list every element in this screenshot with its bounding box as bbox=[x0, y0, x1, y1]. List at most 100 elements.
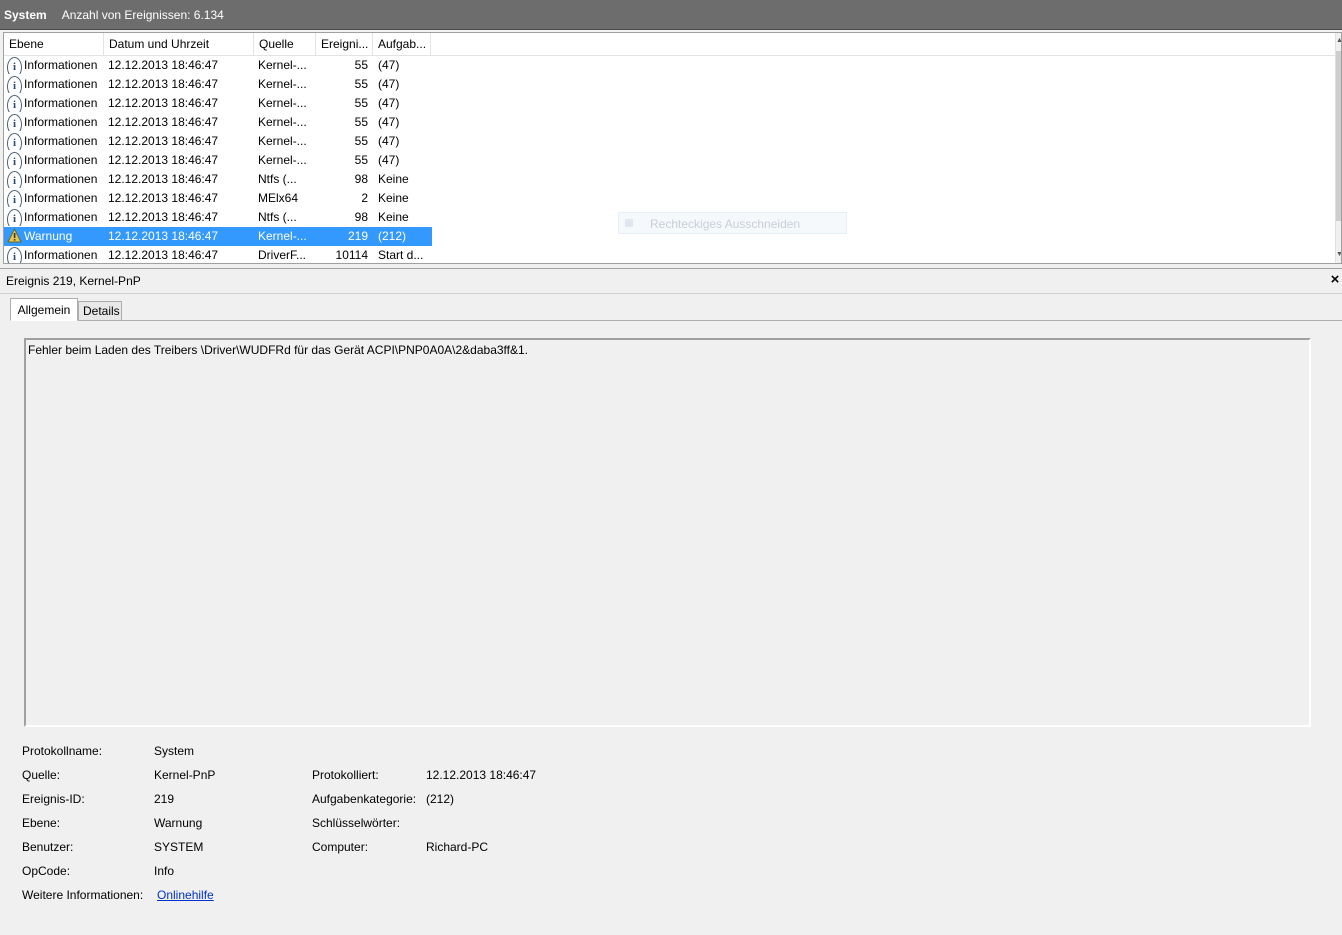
table-row[interactable]: i Informationen 12.12.2013 18:46:47 Ntfs (.… bbox=[4, 208, 432, 227]
table-row[interactable]: i Informationen 12.12.2013 18:46:47 Kernel-… bbox=[4, 94, 432, 113]
cell-level: Informationen bbox=[24, 134, 98, 148]
info-icon: i bbox=[7, 114, 22, 131]
event-list-header: Ebene Datum und Uhrzeit Quelle Ereigni..… bbox=[4, 33, 1338, 56]
event-detail-title-bar: Ereignis 219, Kernel-PnP × bbox=[0, 268, 1342, 294]
table-row[interactable]: Warnung 12.12.2013 18:46:47 Kernel-... 219 (… bbox=[4, 227, 432, 246]
column-header-date[interactable]: Datum und Uhrzeit bbox=[104, 33, 254, 55]
field-label: Aufgabenkategorie: bbox=[312, 792, 417, 806]
snip-icon bbox=[625, 219, 633, 227]
cell-date: 12.12.2013 18:46:47 bbox=[108, 172, 219, 186]
snipping-tooltip-label: Rechteckiges Ausschneiden bbox=[650, 217, 801, 231]
cell-event-id: 55 bbox=[354, 134, 368, 148]
cell-event-id: 98 bbox=[354, 172, 368, 186]
cell-task: (47) bbox=[378, 115, 400, 129]
field-value[interactable]: 219 bbox=[154, 792, 174, 806]
cell-source: Kernel-... bbox=[258, 115, 307, 129]
field-value[interactable]: Info bbox=[154, 864, 174, 878]
table-row[interactable]: i Informationen 12.12.2013 18:46:47 MElx64 2… bbox=[4, 189, 432, 208]
cell-event-id: 55 bbox=[354, 77, 368, 91]
column-header-task[interactable]: Aufgab... bbox=[373, 33, 431, 55]
info-icon: i bbox=[7, 209, 22, 226]
close-icon[interactable]: × bbox=[1329, 271, 1341, 289]
field-value[interactable]: Warnung bbox=[154, 816, 202, 830]
cell-date: 12.12.2013 18:46:47 bbox=[108, 229, 219, 243]
cell-task: (47) bbox=[378, 58, 400, 72]
event-message-text: Fehler beim Laden des Treibers \Driver\W… bbox=[28, 343, 529, 357]
info-icon: i bbox=[7, 133, 22, 150]
cell-level: Informationen bbox=[24, 172, 98, 186]
cell-source: Kernel-... bbox=[258, 134, 307, 148]
cell-date: 12.12.2013 18:46:47 bbox=[108, 210, 219, 224]
column-header-event-id[interactable]: Ereigni... bbox=[316, 33, 373, 55]
cell-event-id: 219 bbox=[347, 229, 368, 243]
table-row[interactable]: i Informationen 12.12.2013 18:46:47 Kernel-… bbox=[4, 113, 432, 132]
cell-event-id: 55 bbox=[354, 115, 368, 129]
field-value[interactable]: Kernel-PnP bbox=[154, 768, 215, 782]
cell-task: (47) bbox=[378, 153, 400, 167]
cell-level: Informationen bbox=[24, 210, 98, 224]
online-help-link[interactable]: Onlinehilfe bbox=[157, 888, 214, 902]
field-label: Quelle: bbox=[22, 768, 61, 782]
cell-task: Start d... bbox=[378, 248, 424, 262]
info-icon: i bbox=[7, 171, 22, 188]
tab-general[interactable]: Allgemein bbox=[10, 298, 78, 321]
cell-source: Kernel-... bbox=[258, 153, 307, 167]
table-row[interactable]: i Informationen 12.12.2013 18:46:47 DriverF… bbox=[4, 246, 432, 263]
cell-source: Ntfs (... bbox=[258, 172, 297, 186]
column-header-level[interactable]: Ebene bbox=[4, 33, 104, 55]
cell-date: 12.12.2013 18:46:47 bbox=[108, 77, 219, 91]
event-count: Anzahl von Ereignissen: 6.134 bbox=[61, 7, 224, 22]
cell-source: Ntfs (... bbox=[258, 210, 297, 224]
cell-level: Informationen bbox=[24, 153, 98, 167]
event-detail-title: Ereignis 219, Kernel-PnP bbox=[6, 274, 141, 288]
cell-source: Kernel-... bbox=[258, 96, 307, 110]
table-row[interactable]: i Informationen 12.12.2013 18:46:47 Kernel-… bbox=[4, 75, 432, 94]
warning-icon bbox=[7, 228, 22, 245]
cell-task: Keine bbox=[378, 191, 409, 205]
event-list-scrollbar[interactable]: ▲ ▼ bbox=[1335, 33, 1341, 263]
cell-task: Keine bbox=[378, 172, 409, 186]
tab-details[interactable]: Details bbox=[78, 301, 122, 321]
field-label: Computer: bbox=[312, 840, 369, 854]
table-row[interactable]: i Informationen 12.12.2013 18:46:47 Kernel-… bbox=[4, 132, 432, 151]
field-label: Protokolliert: bbox=[312, 768, 379, 782]
cell-date: 12.12.2013 18:46:47 bbox=[108, 248, 219, 262]
scrollbar-thumb[interactable] bbox=[1336, 51, 1341, 221]
cell-event-id: 10114 bbox=[335, 248, 368, 262]
field-value[interactable]: System bbox=[154, 744, 194, 758]
info-icon: i bbox=[7, 76, 22, 93]
cell-task: (47) bbox=[378, 134, 400, 148]
info-icon: i bbox=[7, 152, 22, 169]
cell-date: 12.12.2013 18:46:47 bbox=[108, 115, 219, 129]
cell-source: DriverF... bbox=[258, 248, 306, 262]
cell-date: 12.12.2013 18:46:47 bbox=[108, 153, 219, 167]
cell-level: Informationen bbox=[24, 248, 98, 262]
more-info-label: Weitere Informationen: bbox=[22, 888, 144, 902]
cell-source: MElx64 bbox=[258, 191, 299, 205]
table-row[interactable]: i Informationen 12.12.2013 18:46:47 Kernel-… bbox=[4, 151, 432, 170]
cell-level: Informationen bbox=[24, 96, 98, 110]
table-row[interactable]: i Informationen 12.12.2013 18:46:47 Kernel-… bbox=[4, 56, 432, 75]
scroll-up-icon[interactable]: ▲ bbox=[1336, 33, 1341, 49]
cell-task: (212) bbox=[378, 229, 407, 243]
info-icon: i bbox=[7, 247, 22, 263]
info-icon: i bbox=[7, 57, 22, 74]
column-header-source[interactable]: Quelle bbox=[254, 33, 316, 55]
field-value[interactable]: SYSTEM bbox=[154, 840, 203, 854]
scroll-down-icon[interactable]: ▼ bbox=[1336, 247, 1341, 263]
field-label: Ebene: bbox=[22, 816, 61, 830]
field-value[interactable]: (212) bbox=[426, 792, 454, 806]
cell-event-id: 98 bbox=[354, 210, 368, 224]
field-value[interactable]: 12.12.2013 18:46:47 bbox=[426, 768, 536, 782]
cell-date: 12.12.2013 18:46:47 bbox=[108, 191, 219, 205]
cell-event-id: 55 bbox=[354, 153, 368, 167]
field-value[interactable]: Richard-PC bbox=[426, 840, 488, 854]
field-label: Schlüsselwörter: bbox=[312, 816, 401, 830]
field-label: OpCode: bbox=[22, 864, 71, 878]
cell-level: Informationen bbox=[24, 115, 98, 129]
table-row[interactable]: i Informationen 12.12.2013 18:46:47 Ntfs (.… bbox=[4, 170, 432, 189]
event-message-box[interactable]: Fehler beim Laden des Treibers \Driver\W… bbox=[24, 338, 1311, 727]
cell-level: Informationen bbox=[24, 58, 98, 72]
snipping-tooltip: Rechteckiges Ausschneiden bbox=[618, 212, 847, 234]
cell-date: 12.12.2013 18:46:47 bbox=[108, 96, 219, 110]
